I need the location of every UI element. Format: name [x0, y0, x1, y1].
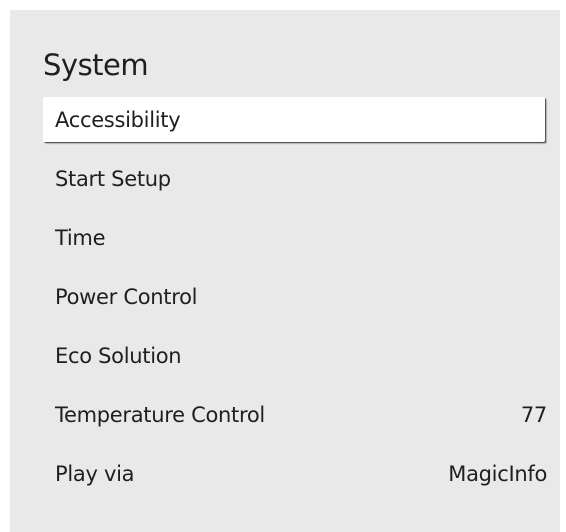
- menu-item-label: Start Setup: [55, 166, 171, 191]
- play-via-value: MagicInfo: [448, 461, 547, 486]
- system-menu-panel: System Accessibility Start Setup Time Po…: [10, 10, 560, 532]
- menu-item-start-setup[interactable]: Start Setup: [43, 149, 545, 208]
- menu-item-label: Eco Solution: [55, 343, 182, 368]
- temperature-control-value: 77: [520, 402, 547, 427]
- menu-item-label: Time: [55, 225, 106, 250]
- menu-item-time[interactable]: Time: [43, 208, 545, 267]
- menu-item-eco-solution[interactable]: Eco Solution: [43, 326, 545, 385]
- menu-item-label: Temperature Control: [55, 402, 265, 427]
- menu-item-temperature-control[interactable]: Temperature Control 77: [43, 385, 547, 444]
- system-menu-list: Accessibility Start Setup Time Power Con…: [43, 97, 547, 503]
- menu-item-label: Power Control: [55, 284, 198, 309]
- menu-item-accessibility[interactable]: Accessibility: [43, 97, 545, 142]
- menu-item-play-via[interactable]: Play via MagicInfo: [43, 444, 547, 503]
- menu-item-label: Accessibility: [55, 107, 181, 132]
- menu-item-label: Play via: [55, 461, 135, 486]
- menu-title: System: [43, 48, 149, 82]
- menu-item-power-control[interactable]: Power Control: [43, 267, 545, 326]
